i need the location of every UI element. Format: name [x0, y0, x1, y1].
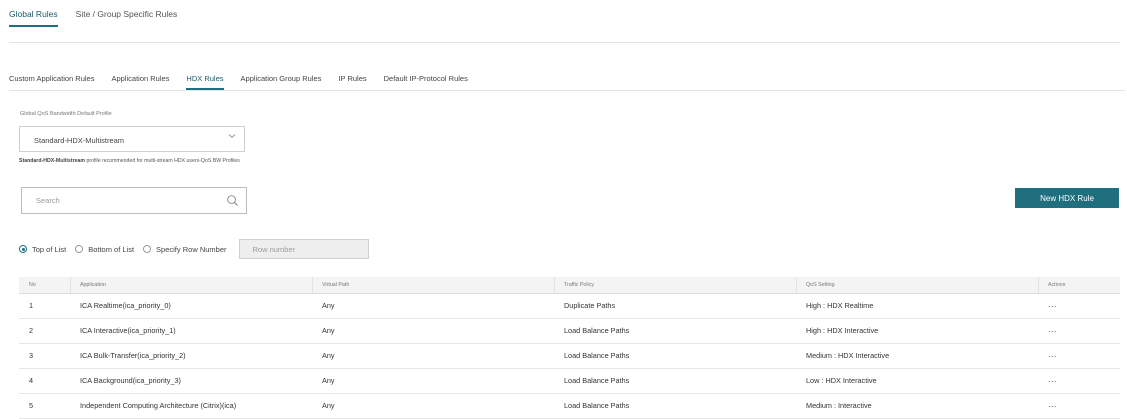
radio-label: Specify Row Number	[156, 244, 227, 254]
row-actions-menu[interactable]: ...	[1048, 299, 1057, 309]
radio-indicator	[143, 245, 152, 253]
cell-traffic-policy: Load Balance Paths	[564, 351, 630, 360]
tab-ip-rules[interactable]: IP Rules	[338, 74, 366, 90]
cell-virtual-path: Any	[322, 301, 335, 310]
column-header-virtual-path: Virtual Path	[322, 282, 350, 288]
chevron-down-icon	[228, 134, 236, 139]
cell-traffic-policy: Load Balance Paths	[564, 326, 630, 335]
cell-traffic-policy: Load Balance Paths	[564, 401, 630, 410]
cell-qos-setting: High : HDX Realtime	[806, 301, 874, 310]
tab-global-rules[interactable]: Global Rules	[9, 9, 58, 27]
radio-bottom-of-list[interactable]: Bottom of List	[75, 245, 134, 254]
row-actions-menu[interactable]: ...	[1048, 399, 1057, 409]
insert-position-options: Top of List Bottom of List Specify Row N…	[19, 239, 369, 259]
tab-site-group-specific-rules[interactable]: Site / Group Specific Rules	[76, 9, 178, 27]
tab-default-ip-protocol-rules[interactable]: Default IP-Protocol Rules	[384, 74, 468, 90]
cell-virtual-path: Any	[322, 351, 335, 360]
cell-virtual-path: Any	[322, 326, 335, 335]
tab-custom-application-rules[interactable]: Custom Application Rules	[9, 74, 94, 90]
table-row[interactable]: 2 ICA Interactive(ica_priority_1) Any Lo…	[19, 319, 1120, 344]
radio-top-of-list[interactable]: Top of List	[19, 245, 66, 254]
column-header-no: No	[29, 282, 36, 288]
cell-qos-setting: Low : HDX Interactive	[806, 376, 877, 385]
cell-no: 5	[29, 401, 34, 410]
top-tabs: Global Rules Site / Group Specific Rules	[9, 9, 177, 27]
cell-virtual-path: Any	[322, 401, 335, 410]
hdx-rules-table: No Application Virtual Path Traffic Poli…	[19, 277, 1120, 419]
radio-specify-row-number[interactable]: Specify Row Number	[143, 244, 227, 254]
row-actions-menu[interactable]: ...	[1048, 324, 1057, 334]
cell-application: ICA Background(ica_priority_3)	[80, 376, 181, 385]
column-header-application: Application	[80, 282, 106, 288]
radio-indicator	[75, 245, 84, 253]
cell-qos-setting: High : HDX Interactive	[806, 326, 879, 335]
radio-label: Bottom of List	[88, 244, 135, 254]
cell-traffic-policy: Duplicate Paths	[564, 301, 616, 310]
search-box	[21, 187, 247, 214]
cell-virtual-path: Any	[322, 376, 335, 385]
table-row[interactable]: 4 ICA Background(ica_priority_3) Any Loa…	[19, 369, 1120, 394]
table-row[interactable]: 1 ICA Realtime(ica_priority_0) Any Dupli…	[19, 294, 1120, 319]
cell-no: 4	[29, 376, 34, 385]
profile-note-name: Standard-HDX-Multistream	[19, 158, 86, 164]
profile-select-value: Standard-HDX-Multistream	[34, 136, 125, 145]
radio-label: Top of List	[32, 244, 67, 254]
column-header-actions: Actions	[1048, 282, 1066, 288]
table-row[interactable]: 5 Independent Computing Architecture (Ci…	[19, 394, 1120, 419]
radio-indicator	[19, 245, 27, 253]
cell-application: Independent Computing Architecture (Citr…	[80, 401, 237, 410]
cell-qos-setting: Medium : HDX Interactive	[806, 351, 890, 360]
profile-select[interactable]: Standard-HDX-Multistream	[19, 126, 245, 152]
tab-hdx-rules[interactable]: HDX Rules	[186, 74, 224, 90]
table-header: No Application Virtual Path Traffic Poli…	[19, 277, 1120, 294]
search-icon[interactable]	[226, 194, 239, 207]
table-row[interactable]: 3 ICA Bulk-Transfer(ica_priority_2) Any …	[19, 344, 1120, 369]
divider	[9, 42, 1120, 43]
column-header-qos-setting: QoS Setting	[806, 282, 835, 288]
search-input[interactable]	[22, 188, 226, 213]
cell-no: 2	[29, 326, 34, 335]
tab-application-rules[interactable]: Application Rules	[111, 74, 169, 90]
profile-label: Global QoS Bandwidth Default Profile	[20, 111, 112, 117]
cell-no: 1	[29, 301, 34, 310]
rule-type-tabs: Custom Application Rules Application Rul…	[9, 74, 468, 90]
profile-note-text: profile recommended for multi-stream HDX…	[86, 158, 240, 164]
cell-application: ICA Interactive(ica_priority_1)	[80, 326, 176, 335]
cell-no: 3	[29, 351, 34, 360]
cell-traffic-policy: Load Balance Paths	[564, 376, 630, 385]
cell-application: ICA Bulk-Transfer(ica_priority_2)	[80, 351, 186, 360]
column-header-traffic-policy: Traffic Policy	[564, 282, 595, 288]
row-actions-menu[interactable]: ...	[1048, 374, 1057, 384]
profile-note: Standard-HDX-Multistream profile recomme…	[19, 158, 240, 164]
cell-qos-setting: Medium : Interactive	[806, 401, 872, 410]
new-hdx-rule-button[interactable]: New HDX Rule	[1015, 188, 1119, 208]
row-actions-menu[interactable]: ...	[1048, 349, 1057, 359]
cell-application: ICA Realtime(ica_priority_0)	[80, 301, 171, 310]
row-number-input[interactable]	[238, 239, 369, 259]
tab-application-group-rules[interactable]: Application Group Rules	[241, 74, 322, 90]
divider	[9, 90, 1125, 91]
